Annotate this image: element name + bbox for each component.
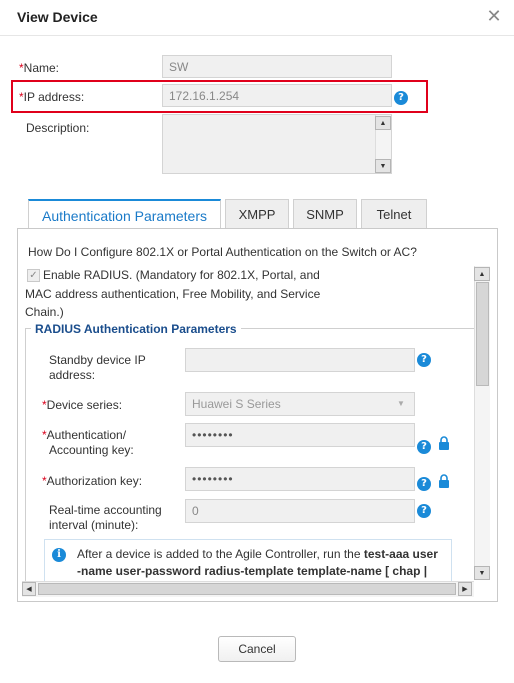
rt-interval-label-1: Real-time accounting — [49, 503, 162, 517]
info-text: After a device is added to the Agile Con… — [77, 547, 364, 561]
standby-ip-field[interactable] — [185, 348, 415, 372]
cancel-button[interactable]: Cancel — [218, 636, 296, 662]
radius-legend: RADIUS Authentication Parameters — [31, 322, 241, 336]
tab-authentication-parameters[interactable]: Authentication Parameters — [28, 199, 221, 230]
rt-interval-label-2: interval (minute): — [49, 518, 139, 532]
scroll-down-icon[interactable]: ▼ — [474, 566, 490, 580]
description-textarea[interactable] — [162, 114, 392, 174]
standby-ip-label-2: address: — [49, 368, 96, 382]
authz-key-label: Authorization key: — [46, 474, 143, 488]
name-label: Name: — [23, 61, 60, 75]
help-icon[interactable]: ? — [417, 353, 431, 367]
title-divider — [0, 35, 514, 36]
ip-label-row: *IP address: — [19, 90, 84, 104]
enable-radius-checkbox[interactable]: ✓ — [27, 269, 40, 282]
horizontal-scroll-thumb[interactable] — [38, 583, 456, 595]
scroll-up-icon[interactable]: ▲ — [375, 116, 391, 130]
chevron-down-icon[interactable]: ▼ — [393, 397, 409, 411]
enable-radius-label-1: Enable RADIUS. (Mandatory for 802.1X, Po… — [43, 268, 320, 282]
dialog-title: View Device — [17, 9, 98, 25]
vertical-scroll-thumb[interactable] — [476, 282, 489, 386]
lock-icon[interactable] — [438, 436, 450, 450]
device-series-label-row: *Device series: — [42, 398, 122, 412]
scroll-right-icon[interactable]: ▶ — [458, 582, 472, 596]
name-label-row: *Name: — [19, 61, 59, 75]
tab-xmpp[interactable]: XMPP — [225, 199, 289, 229]
info-text-line-2: -name user-password radius-template temp… — [77, 564, 428, 578]
name-field[interactable]: SW — [162, 55, 392, 78]
scroll-down-icon[interactable]: ▼ — [375, 159, 391, 173]
tab-snmp[interactable]: SNMP — [293, 199, 357, 229]
auth-key-label-2: Accounting key: — [49, 443, 134, 457]
help-icon[interactable]: ? — [417, 477, 431, 491]
auth-key-field[interactable]: •••••••• — [185, 423, 415, 447]
ip-label: IP address: — [23, 90, 85, 104]
standby-ip-label-1: Standby device IP — [49, 353, 146, 367]
info-text-line-1: After a device is added to the Agile Con… — [77, 547, 447, 561]
lock-icon[interactable] — [438, 474, 450, 488]
info-icon: i — [52, 548, 66, 562]
device-series-select[interactable]: Huawei S Series — [185, 392, 415, 416]
help-icon[interactable]: ? — [394, 91, 408, 105]
authz-key-field[interactable]: •••••••• — [185, 467, 415, 491]
help-icon[interactable]: ? — [417, 440, 431, 454]
enable-radius-label-2: MAC address authentication, Free Mobilit… — [25, 287, 321, 301]
auth-key-label-row: *Authentication/ — [42, 428, 126, 442]
info-command: test-aaa user — [363, 547, 438, 561]
rt-interval-field[interactable]: 0 — [185, 499, 415, 523]
enable-radius-label-3: Chain.) — [25, 305, 64, 319]
authz-key-label-row: *Authorization key: — [42, 474, 142, 488]
close-icon[interactable]: ✕ — [484, 6, 504, 26]
scroll-up-icon[interactable]: ▲ — [474, 267, 490, 281]
scroll-left-icon[interactable]: ◀ — [22, 582, 36, 596]
auth-key-label-1: Authentication/ — [46, 428, 127, 442]
device-series-label: Device series: — [46, 398, 123, 412]
description-label: Description: — [26, 121, 90, 135]
tab-telnet[interactable]: Telnet — [361, 199, 427, 229]
ip-address-field[interactable]: 172.16.1.254 — [162, 84, 392, 107]
help-icon[interactable]: ? — [417, 504, 431, 518]
help-link[interactable]: How Do I Configure 802.1X or Portal Auth… — [28, 245, 417, 259]
